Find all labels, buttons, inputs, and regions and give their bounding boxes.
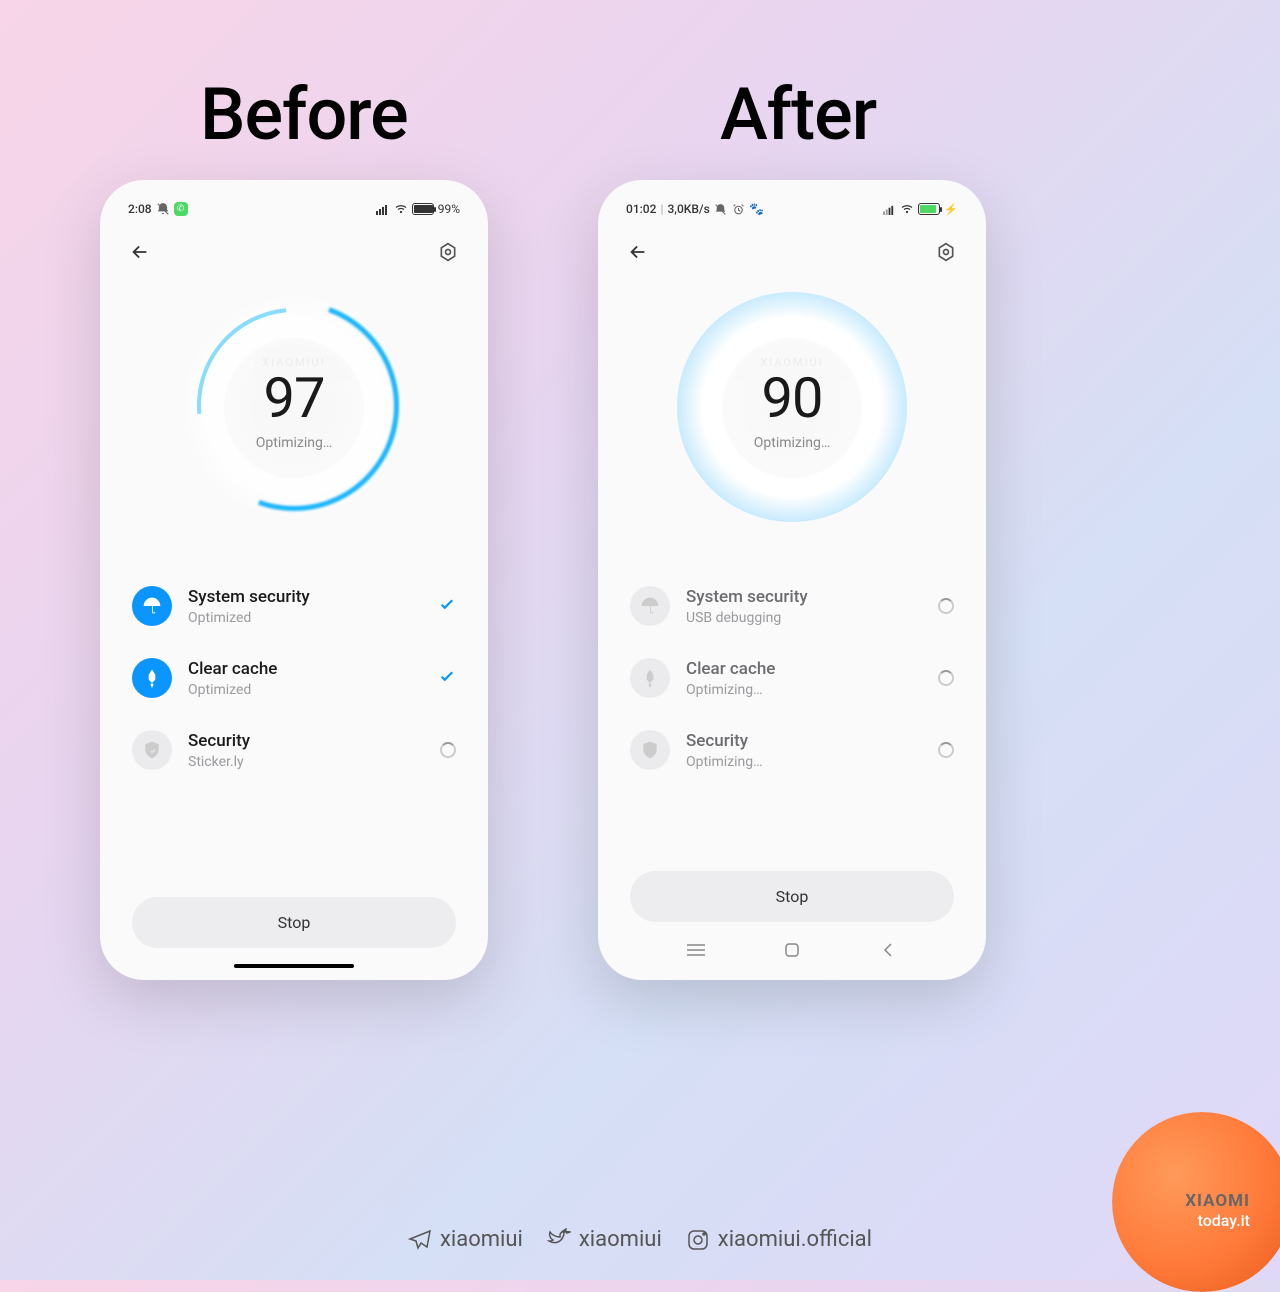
rocket-icon: [132, 658, 172, 698]
status-time: 01:02: [626, 202, 656, 216]
footer-credits: xiaomiui xiaomiui xiaomiui.official: [0, 1227, 1280, 1252]
item-title: Security: [188, 731, 440, 751]
loading-icon: [440, 742, 456, 758]
twitter-icon: [547, 1228, 571, 1252]
rocket-icon: [630, 658, 670, 698]
score-label: Optimizing…: [754, 435, 830, 451]
heading-after: After: [720, 72, 876, 157]
stop-button[interactable]: Stop: [630, 871, 954, 922]
status-bar: 01:02 | 3,0KB/s 🐾 ⚡: [618, 196, 966, 230]
item-subtitle: Optimized: [188, 610, 438, 626]
signal-icon: [882, 202, 896, 216]
item-subtitle: Optimized: [188, 682, 438, 698]
item-subtitle: USB debugging: [686, 610, 938, 626]
nav-recents-icon[interactable]: [686, 940, 706, 960]
app-icon: 🐾: [750, 202, 764, 216]
shield-icon: [132, 730, 172, 770]
dnd-icon: [156, 202, 170, 216]
item-subtitle: Sticker.ly: [188, 754, 440, 770]
score-value: 97: [264, 365, 325, 431]
list-item[interactable]: Clear cache Optimizing…: [630, 642, 954, 714]
battery-icon: [918, 203, 940, 215]
whatsapp-icon: ✆: [174, 202, 188, 216]
umbrella-icon: [132, 586, 172, 626]
back-button[interactable]: [126, 238, 154, 266]
umbrella-icon: [630, 586, 670, 626]
score-area: 90 Optimizing…: [618, 286, 966, 546]
optimization-list: System security Optimized Clear cache Op…: [120, 570, 468, 786]
list-item[interactable]: System security Optimized: [132, 570, 456, 642]
optimization-list: System security USB debugging Clear cach…: [618, 570, 966, 786]
list-item[interactable]: Security Optimizing…: [630, 714, 954, 786]
stop-button[interactable]: Stop: [132, 897, 456, 948]
settings-button[interactable]: [932, 238, 960, 266]
footer-twitter: xiaomiui: [547, 1227, 662, 1252]
wifi-icon: [900, 202, 914, 216]
item-title: Security: [686, 731, 938, 751]
battery-pct: 99%: [438, 202, 460, 216]
loading-icon: [938, 670, 954, 686]
phone-after: 01:02 | 3,0KB/s 🐾 ⚡ 90 Optimizing…: [598, 180, 986, 980]
item-subtitle: Optimizing…: [686, 682, 938, 698]
instagram-icon: [686, 1228, 710, 1252]
footer-telegram: xiaomiui: [408, 1227, 523, 1252]
item-title: Clear cache: [188, 659, 438, 679]
navigation-bar: [598, 930, 986, 970]
wifi-icon: [394, 202, 408, 216]
app-bar: [618, 230, 966, 278]
item-title: Clear cache: [686, 659, 938, 679]
check-icon: [438, 667, 456, 690]
dnd-icon: [714, 202, 728, 216]
phone-before: 2:08 ✆ 99% 97 Optimizing…: [100, 180, 488, 980]
alarm-icon: [732, 202, 746, 216]
shield-icon: [630, 730, 670, 770]
loading-icon: [938, 598, 954, 614]
home-indicator[interactable]: [234, 964, 354, 968]
item-subtitle: Optimizing…: [686, 754, 938, 770]
status-speed: 3,0KB/s: [667, 202, 709, 216]
signal-icon: [376, 202, 390, 216]
charging-icon: ⚡: [944, 202, 958, 216]
score-area: 97 Optimizing…: [120, 286, 468, 546]
loading-icon: [938, 742, 954, 758]
footer-instagram: xiaomiui.official: [686, 1227, 872, 1252]
item-title: System security: [188, 587, 438, 607]
check-icon: [438, 595, 456, 618]
settings-button[interactable]: [434, 238, 462, 266]
nav-home-icon[interactable]: [782, 940, 802, 960]
status-bar: 2:08 ✆ 99%: [120, 196, 468, 230]
status-time: 2:08: [128, 202, 152, 216]
site-badge-text: XIAOMI today.it: [1185, 1191, 1250, 1230]
nav-back-icon[interactable]: [878, 940, 898, 960]
app-bar: [120, 230, 468, 278]
score-value: 90: [762, 365, 823, 431]
list-item[interactable]: Clear cache Optimized: [132, 642, 456, 714]
list-item[interactable]: System security USB debugging: [630, 570, 954, 642]
item-title: System security: [686, 587, 938, 607]
battery-icon: [412, 203, 434, 215]
telegram-icon: [408, 1228, 432, 1252]
heading-before: Before: [200, 72, 408, 157]
list-item[interactable]: Security Sticker.ly: [132, 714, 456, 786]
score-label: Optimizing…: [256, 435, 332, 451]
back-button[interactable]: [624, 238, 652, 266]
